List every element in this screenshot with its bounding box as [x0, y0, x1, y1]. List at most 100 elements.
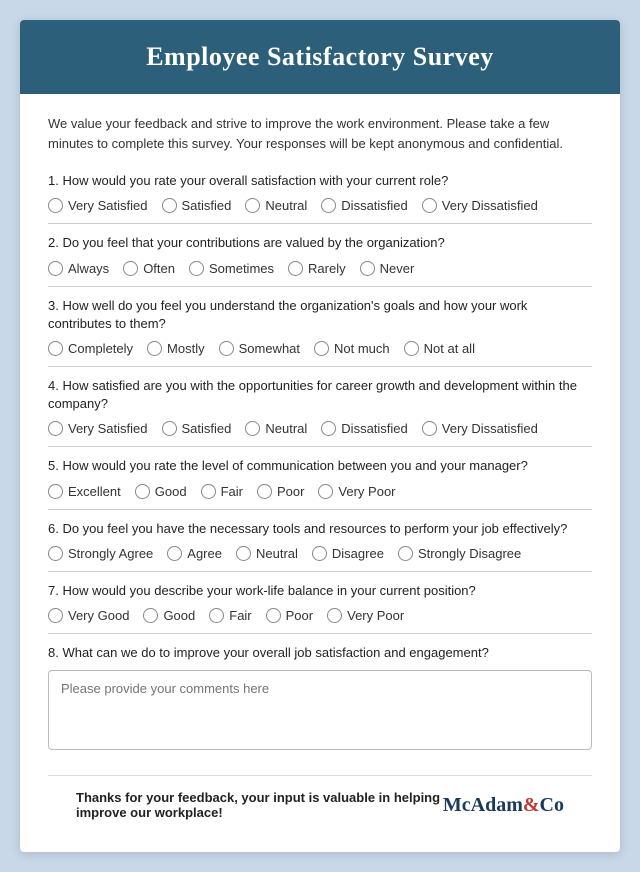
textarea-block-8 [48, 670, 592, 755]
option-4-3[interactable]: Neutral [245, 421, 307, 436]
option-1-3[interactable]: Neutral [245, 198, 307, 213]
radio-icon-4-2[interactable] [162, 421, 177, 436]
option-2-4[interactable]: Rarely [288, 261, 346, 276]
option-2-1[interactable]: Always [48, 261, 109, 276]
radio-icon-5-1[interactable] [48, 484, 63, 499]
option-6-5[interactable]: Strongly Disagree [398, 546, 521, 561]
questions-container: 1. How would you rate your overall satis… [48, 172, 592, 765]
option-label-1-2: Satisfied [182, 198, 232, 213]
radio-icon-2-3[interactable] [189, 261, 204, 276]
option-label-3-5: Not at all [424, 341, 475, 356]
option-5-2[interactable]: Good [135, 484, 187, 499]
option-4-1[interactable]: Very Satisfied [48, 421, 148, 436]
question-text-8: 8. What can we do to improve your overal… [48, 644, 592, 662]
question-block-8: 8. What can we do to improve your overal… [48, 644, 592, 765]
option-1-5[interactable]: Very Dissatisfied [422, 198, 538, 213]
options-group-3: Completely Mostly Somewhat Not much Not at a… [48, 341, 592, 356]
radio-icon-2-4[interactable] [288, 261, 303, 276]
option-label-6-2: Agree [187, 546, 222, 561]
option-6-1[interactable]: Strongly Agree [48, 546, 153, 561]
radio-icon-4-3[interactable] [245, 421, 260, 436]
radio-icon-5-2[interactable] [135, 484, 150, 499]
radio-icon-6-4[interactable] [312, 546, 327, 561]
question-block-5: 5. How would you rate the level of commu… [48, 457, 592, 509]
radio-icon-3-4[interactable] [314, 341, 329, 356]
option-2-2[interactable]: Often [123, 261, 175, 276]
radio-icon-3-1[interactable] [48, 341, 63, 356]
radio-icon-5-5[interactable] [318, 484, 333, 499]
option-7-3[interactable]: Fair [209, 608, 251, 623]
option-label-3-4: Not much [334, 341, 390, 356]
option-label-3-3: Somewhat [239, 341, 300, 356]
survey-page: Employee Satisfactory Survey We value yo… [20, 20, 620, 852]
brand-logo: McAdam&Co [443, 794, 564, 817]
option-label-7-2: Good [163, 608, 195, 623]
option-1-2[interactable]: Satisfied [162, 198, 232, 213]
option-2-3[interactable]: Sometimes [189, 261, 274, 276]
option-7-1[interactable]: Very Good [48, 608, 129, 623]
options-group-5: Excellent Good Fair Poor Very Poor [48, 484, 592, 499]
radio-icon-2-5[interactable] [360, 261, 375, 276]
option-1-4[interactable]: Dissatisfied [321, 198, 407, 213]
option-7-5[interactable]: Very Poor [327, 608, 404, 623]
radio-icon-1-4[interactable] [321, 198, 336, 213]
options-group-6: Strongly Agree Agree Neutral Disagree Strong… [48, 546, 592, 561]
radio-icon-3-2[interactable] [147, 341, 162, 356]
option-7-2[interactable]: Good [143, 608, 195, 623]
option-3-5[interactable]: Not at all [404, 341, 475, 356]
option-5-4[interactable]: Poor [257, 484, 304, 499]
option-2-5[interactable]: Never [360, 261, 415, 276]
option-label-4-1: Very Satisfied [68, 421, 148, 436]
option-4-2[interactable]: Satisfied [162, 421, 232, 436]
footer: Thanks for your feedback, your input is … [48, 775, 592, 836]
option-label-2-5: Never [380, 261, 415, 276]
radio-icon-6-5[interactable] [398, 546, 413, 561]
radio-icon-1-1[interactable] [48, 198, 63, 213]
option-6-2[interactable]: Agree [167, 546, 222, 561]
radio-icon-6-2[interactable] [167, 546, 182, 561]
option-4-5[interactable]: Very Dissatisfied [422, 421, 538, 436]
radio-icon-1-5[interactable] [422, 198, 437, 213]
question-text-7: 7. How would you describe your work-life… [48, 582, 592, 600]
option-4-4[interactable]: Dissatisfied [321, 421, 407, 436]
question-text-2: 2. Do you feel that your contributions a… [48, 234, 592, 252]
radio-icon-7-1[interactable] [48, 608, 63, 623]
radio-icon-2-1[interactable] [48, 261, 63, 276]
option-6-4[interactable]: Disagree [312, 546, 384, 561]
option-5-3[interactable]: Fair [201, 484, 243, 499]
radio-icon-1-2[interactable] [162, 198, 177, 213]
option-3-3[interactable]: Somewhat [219, 341, 300, 356]
radio-icon-7-4[interactable] [266, 608, 281, 623]
option-6-3[interactable]: Neutral [236, 546, 298, 561]
option-7-4[interactable]: Poor [266, 608, 313, 623]
radio-icon-3-5[interactable] [404, 341, 419, 356]
option-3-4[interactable]: Not much [314, 341, 390, 356]
question-block-3: 3. How well do you feel you understand t… [48, 297, 592, 367]
radio-icon-5-4[interactable] [257, 484, 272, 499]
radio-icon-6-1[interactable] [48, 546, 63, 561]
option-label-7-1: Very Good [68, 608, 129, 623]
option-3-1[interactable]: Completely [48, 341, 133, 356]
option-5-1[interactable]: Excellent [48, 484, 121, 499]
option-5-5[interactable]: Very Poor [318, 484, 395, 499]
radio-icon-7-2[interactable] [143, 608, 158, 623]
option-label-1-3: Neutral [265, 198, 307, 213]
radio-icon-7-3[interactable] [209, 608, 224, 623]
options-group-2: Always Often Sometimes Rarely Never [48, 261, 592, 276]
option-label-4-4: Dissatisfied [341, 421, 407, 436]
radio-icon-6-3[interactable] [236, 546, 251, 561]
radio-icon-4-5[interactable] [422, 421, 437, 436]
comments-textarea[interactable] [48, 670, 592, 750]
radio-icon-2-2[interactable] [123, 261, 138, 276]
radio-icon-3-3[interactable] [219, 341, 234, 356]
radio-icon-4-4[interactable] [321, 421, 336, 436]
option-label-6-5: Strongly Disagree [418, 546, 521, 561]
question-text-6: 6. Do you feel you have the necessary to… [48, 520, 592, 538]
radio-icon-1-3[interactable] [245, 198, 260, 213]
radio-icon-4-1[interactable] [48, 421, 63, 436]
radio-icon-5-3[interactable] [201, 484, 216, 499]
radio-icon-7-5[interactable] [327, 608, 342, 623]
option-1-1[interactable]: Very Satisfied [48, 198, 148, 213]
question-text-5: 5. How would you rate the level of commu… [48, 457, 592, 475]
option-3-2[interactable]: Mostly [147, 341, 205, 356]
